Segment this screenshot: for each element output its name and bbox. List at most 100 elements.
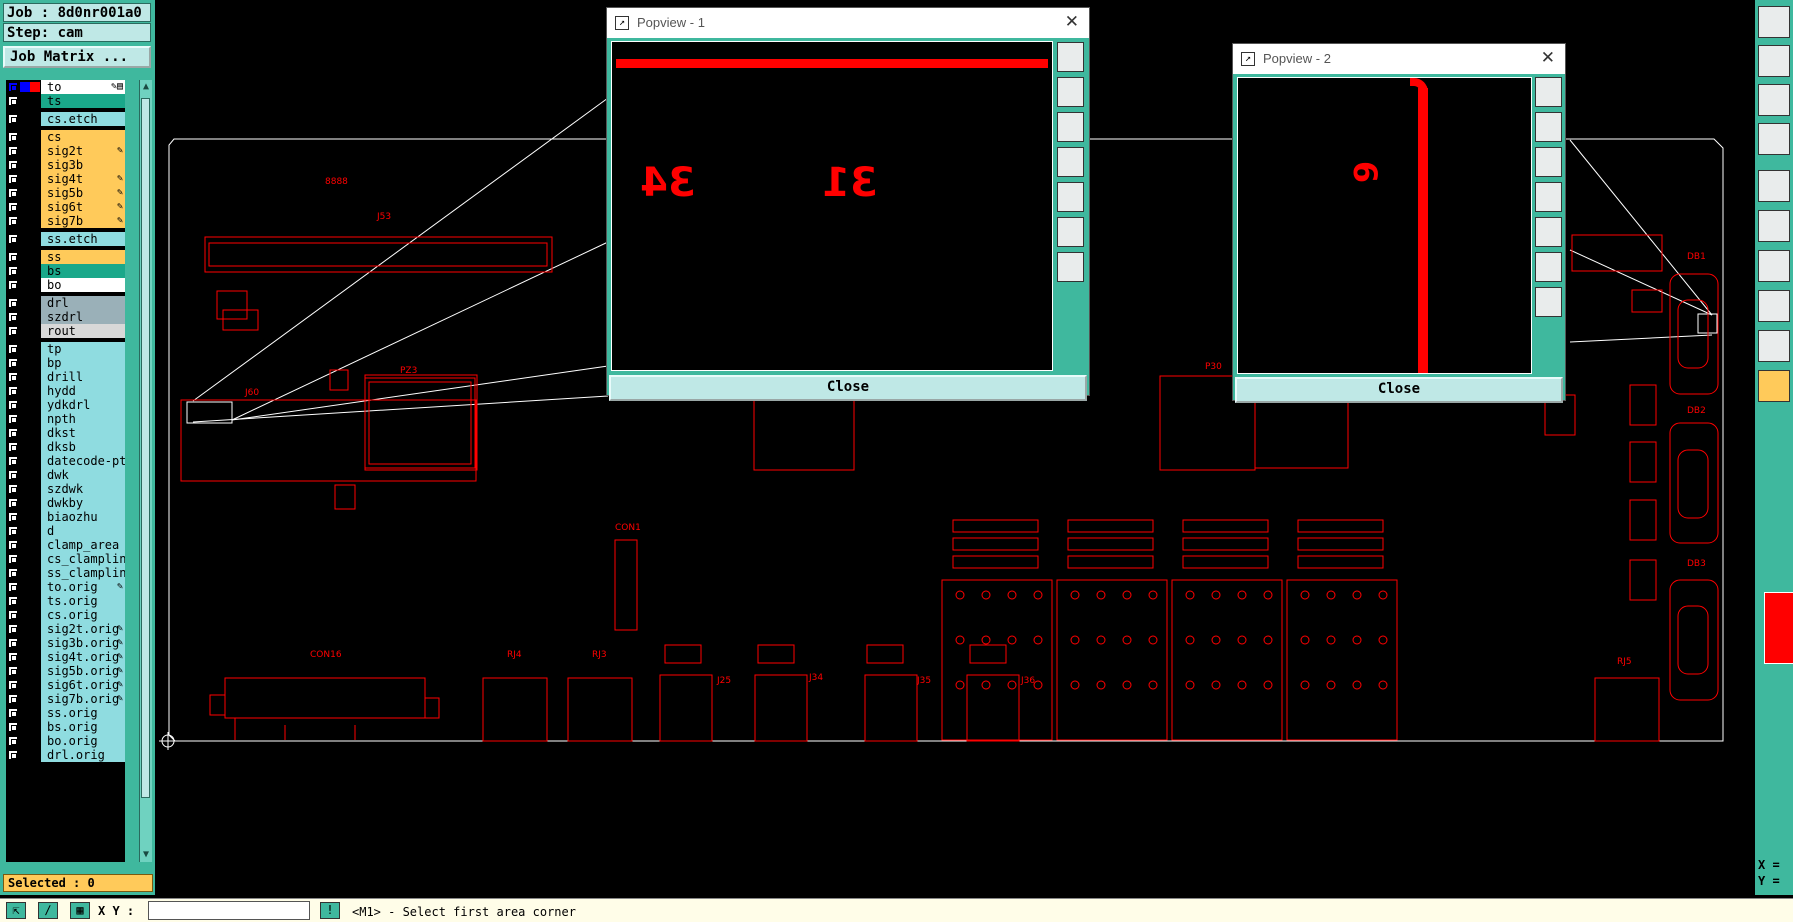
angle-icon[interactable] bbox=[1758, 330, 1790, 362]
layer-name[interactable]: ts bbox=[41, 94, 125, 108]
layer-row-sig4t[interactable]: sig4t ✎ bbox=[6, 172, 125, 186]
pointer-icon[interactable] bbox=[1758, 370, 1790, 402]
layer-checkbox[interactable] bbox=[8, 202, 18, 212]
layer-row-ss[interactable]: ss bbox=[6, 250, 125, 264]
layer-row-clamp_area[interactable]: clamp_area bbox=[6, 538, 125, 552]
popview-1-close-button[interactable]: Close bbox=[609, 375, 1087, 401]
layer-name[interactable]: sig3b bbox=[41, 158, 125, 172]
layer-checkbox[interactable] bbox=[8, 188, 18, 198]
export-icon[interactable] bbox=[1758, 6, 1790, 38]
layer-name[interactable]: drl bbox=[41, 296, 125, 310]
pan-left-icon[interactable] bbox=[1535, 182, 1562, 212]
layer-name[interactable]: ss bbox=[41, 250, 125, 264]
layer-list-scrollbar[interactable]: ▲ ▼ bbox=[139, 80, 152, 862]
layer-checkbox[interactable] bbox=[8, 750, 18, 760]
layer-row-drl[interactable]: drl bbox=[6, 296, 125, 310]
layer-row-sig6t[interactable]: sig6t ✎ bbox=[6, 200, 125, 214]
layer-name[interactable]: sig5b ✎ bbox=[41, 186, 125, 200]
job-matrix-button[interactable]: Job Matrix ... bbox=[3, 46, 151, 68]
layer-checkbox[interactable] bbox=[8, 680, 18, 690]
layer-checkbox[interactable] bbox=[8, 484, 18, 494]
popview-1-titlebar[interactable]: ↗ Popview - 1 ✕ bbox=[607, 8, 1089, 38]
layer-name[interactable]: cs.etch bbox=[41, 112, 125, 126]
xy-input[interactable] bbox=[148, 901, 310, 920]
pan-up-icon[interactable] bbox=[1057, 77, 1084, 107]
layer-row-sig2t.orig[interactable]: sig2t.orig ✎ bbox=[6, 622, 125, 636]
layer-row-drl.orig[interactable]: drl.orig bbox=[6, 748, 125, 762]
layer-name[interactable]: datecode-pt bbox=[41, 454, 125, 468]
pan-right-icon[interactable] bbox=[1057, 182, 1084, 212]
zoom-home-icon[interactable] bbox=[1057, 42, 1084, 72]
layer-checkbox[interactable] bbox=[8, 372, 18, 382]
layer-row-sig3b.orig[interactable]: sig3b.orig ✎ bbox=[6, 636, 125, 650]
layer-row-bs.orig[interactable]: bs.orig bbox=[6, 720, 125, 734]
layer-row-ss.etch[interactable]: ss.etch bbox=[6, 232, 125, 246]
fit-view-icon[interactable] bbox=[1758, 84, 1790, 116]
layer-checkbox[interactable] bbox=[8, 652, 18, 662]
layer-checkbox[interactable] bbox=[8, 428, 18, 438]
layer-name[interactable]: npth bbox=[41, 412, 125, 426]
layer-name[interactable]: szdwk bbox=[41, 482, 125, 496]
layer-checkbox[interactable] bbox=[8, 610, 18, 620]
layer-name[interactable]: sig4t.orig ✎ bbox=[41, 650, 125, 664]
layer-row-dkst[interactable]: dkst bbox=[6, 426, 125, 440]
layer-checkbox[interactable] bbox=[8, 280, 18, 290]
layer-row-sig6t.orig[interactable]: sig6t.orig ✎ bbox=[6, 678, 125, 692]
layer-row-dksb[interactable]: dksb bbox=[6, 440, 125, 454]
layer-checkbox[interactable] bbox=[8, 456, 18, 466]
import-icon[interactable] bbox=[1758, 45, 1790, 77]
layer-checkbox[interactable] bbox=[8, 694, 18, 704]
layer-checkbox[interactable] bbox=[8, 132, 18, 142]
layer-row-szdrl[interactable]: szdrl bbox=[6, 310, 125, 324]
layer-name[interactable]: sig4t ✎ bbox=[41, 172, 125, 186]
layer-checkbox[interactable] bbox=[8, 540, 18, 550]
layer-checkbox[interactable] bbox=[8, 358, 18, 368]
layer-name[interactable]: sig6t ✎ bbox=[41, 200, 125, 214]
layer-checkbox[interactable] bbox=[8, 216, 18, 226]
layer-checkbox[interactable] bbox=[8, 414, 18, 424]
layer-row-bs[interactable]: bs bbox=[6, 264, 125, 278]
layer-row-ss_clampline[interactable]: ss_clampline bbox=[6, 566, 125, 580]
popview-2-close-button[interactable]: Close bbox=[1235, 377, 1563, 403]
layer-name[interactable]: to.orig ✎ bbox=[41, 580, 125, 594]
measure-icon[interactable] bbox=[1758, 250, 1790, 282]
grid-icon[interactable]: ▦ bbox=[70, 902, 90, 919]
layer-name[interactable]: ydkdrl bbox=[41, 398, 125, 412]
layer-checkbox[interactable] bbox=[8, 146, 18, 156]
layer-name[interactable]: cs.orig bbox=[41, 608, 125, 622]
layer-name[interactable]: dkst bbox=[41, 426, 125, 440]
zoom-in-icon[interactable] bbox=[1535, 252, 1562, 282]
layer-name[interactable]: hydd bbox=[41, 384, 125, 398]
zoom-out-icon[interactable] bbox=[1057, 252, 1084, 282]
shapes-icon[interactable] bbox=[1758, 290, 1790, 322]
popview-1-canvas[interactable]: 34 31 bbox=[611, 41, 1053, 371]
layer-row-rout[interactable]: rout bbox=[6, 324, 125, 338]
pan-up-icon[interactable] bbox=[1535, 112, 1562, 142]
layer-row-dwk[interactable]: dwk bbox=[6, 468, 125, 482]
scroll-thumb[interactable] bbox=[141, 98, 150, 798]
layer-row-bp[interactable]: bp bbox=[6, 356, 125, 370]
layer-name[interactable]: ts.orig bbox=[41, 594, 125, 608]
layer-name[interactable]: drl.orig bbox=[41, 748, 125, 762]
layer-checkbox[interactable] bbox=[8, 96, 18, 106]
layer-checkbox[interactable] bbox=[8, 512, 18, 522]
layer-row-ss.orig[interactable]: ss.orig bbox=[6, 706, 125, 720]
layer-row-bo[interactable]: bo bbox=[6, 278, 125, 292]
layer-checkbox[interactable] bbox=[8, 344, 18, 354]
layer-row-to[interactable]: to ✎▤ bbox=[6, 80, 125, 94]
layer-row-ts.orig[interactable]: ts.orig bbox=[6, 594, 125, 608]
layer-checkbox[interactable] bbox=[8, 554, 18, 564]
layer-checkbox[interactable] bbox=[8, 708, 18, 718]
layer-checkbox[interactable] bbox=[8, 442, 18, 452]
layer-checkbox[interactable] bbox=[8, 582, 18, 592]
layer-row-dwkby[interactable]: dwkby bbox=[6, 496, 125, 510]
layer-name[interactable]: sig6t.orig ✎ bbox=[41, 678, 125, 692]
layer-row-drill[interactable]: drill bbox=[6, 370, 125, 384]
info-icon[interactable]: ! bbox=[320, 902, 340, 919]
layer-row-sig7b.orig[interactable]: sig7b.orig ✎ bbox=[6, 692, 125, 706]
layer-row-biaozhu[interactable]: biaozhu bbox=[6, 510, 125, 524]
layer-name[interactable]: bo.orig bbox=[41, 734, 125, 748]
layer-name[interactable]: bs.orig bbox=[41, 720, 125, 734]
layer-checkbox[interactable] bbox=[8, 252, 18, 262]
pan-down-icon[interactable] bbox=[1535, 147, 1562, 177]
